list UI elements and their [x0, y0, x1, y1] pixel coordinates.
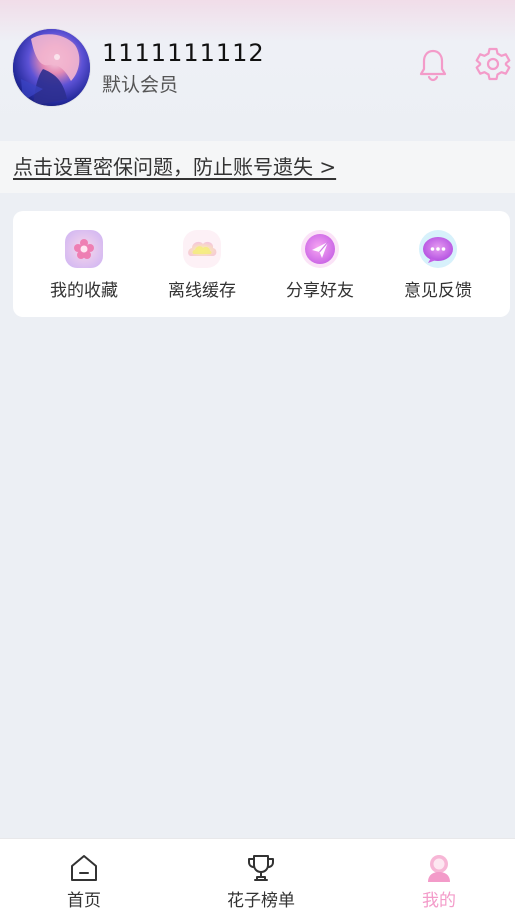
nav-profile[interactable]: 我的 [379, 839, 499, 913]
share-friends-button[interactable]: 分享好友 [261, 211, 379, 317]
nav-rankings[interactable]: 花子榜单 [201, 839, 321, 913]
avatar[interactable] [13, 29, 90, 106]
paper-plane-icon [300, 229, 340, 269]
nav-rankings-label: 花子榜单 [227, 891, 295, 911]
nav-profile-label: 我的 [422, 891, 456, 911]
bottom-navigation: 首页 花子榜单 我的 [0, 838, 515, 913]
home-icon [69, 853, 99, 883]
chat-bubble-icon [418, 229, 458, 269]
cloud-icon [182, 229, 222, 269]
profile-icon [424, 853, 454, 883]
offline-cache-label: 离线缓存 [168, 281, 236, 301]
favorites-button[interactable]: 我的收藏 [25, 211, 143, 317]
nav-home[interactable]: 首页 [24, 839, 144, 913]
feature-card: 我的收藏 离线缓存 分享好友 意见反馈 [13, 211, 510, 317]
trophy-icon [246, 853, 276, 883]
security-question-link[interactable]: 点击设置密保问题，防止账号遗失 > [13, 153, 336, 181]
share-friends-label: 分享好友 [286, 281, 354, 301]
gear-icon[interactable] [475, 46, 511, 82]
bell-icon[interactable] [418, 48, 448, 82]
feedback-button[interactable]: 意见反馈 [379, 211, 497, 317]
flower-icon [64, 229, 104, 269]
favorites-label: 我的收藏 [50, 281, 118, 301]
member-level: 默认会员 [102, 74, 179, 96]
nav-home-label: 首页 [67, 891, 101, 911]
user-id: 1111111112 [102, 39, 265, 67]
feedback-label: 意见反馈 [404, 281, 472, 301]
offline-cache-button[interactable]: 离线缓存 [143, 211, 261, 317]
